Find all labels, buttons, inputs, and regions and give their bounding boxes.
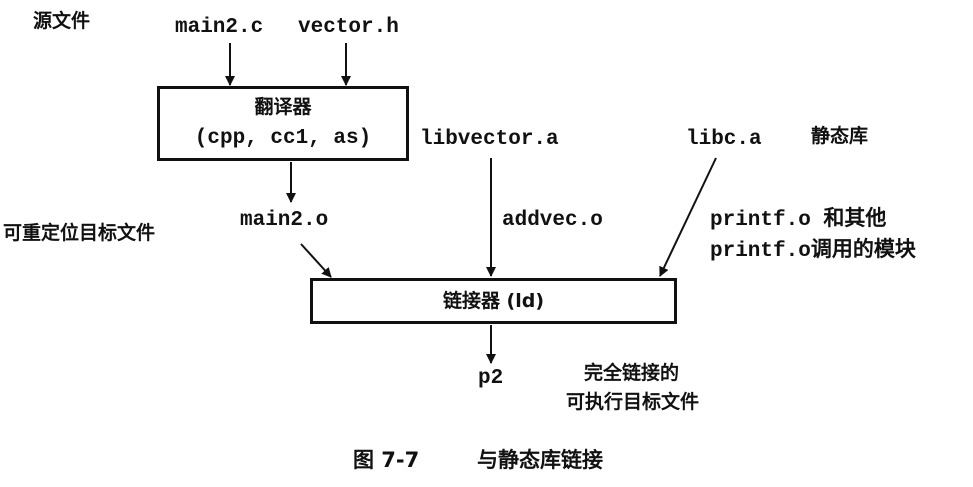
arrow-main2o-to-linker: [300, 243, 332, 278]
printf-modules-line2: printf.o调用的模块: [710, 240, 916, 263]
linker-title: 链接器 (ld): [442, 290, 545, 312]
source-files-label: 源文件: [33, 10, 91, 32]
executable-line1: 完全链接的: [584, 362, 680, 384]
translator-box: 翻译器 (cpp, cc1, as): [157, 86, 409, 161]
printf-modules-line1: printf.o 和其他: [710, 209, 887, 232]
figure-number: 图 7-7: [353, 448, 420, 472]
translator-subtitle: (cpp, cc1, as): [194, 127, 372, 150]
vector-h-label: vector.h: [298, 16, 399, 39]
figure-caption: 与静态库链接: [477, 448, 603, 472]
executable-line2: 可执行目标文件: [566, 391, 700, 413]
static-libraries-label: 静态库: [811, 125, 869, 147]
main2-c-label: main2.c: [175, 16, 264, 39]
relocatable-objects-label: 可重定位目标文件: [3, 222, 156, 244]
addvec-o-label: addvec.o: [502, 209, 603, 232]
linker-box: 链接器 (ld): [310, 278, 677, 324]
libvector-a-label: libvector.a: [420, 128, 559, 151]
libc-a-label: libc.a: [686, 128, 762, 151]
p2-label: p2: [478, 367, 504, 390]
main2-o-label: main2.o: [240, 209, 329, 232]
translator-title: 翻译器: [254, 96, 312, 118]
arrow-libc-to-linker: [659, 157, 717, 277]
